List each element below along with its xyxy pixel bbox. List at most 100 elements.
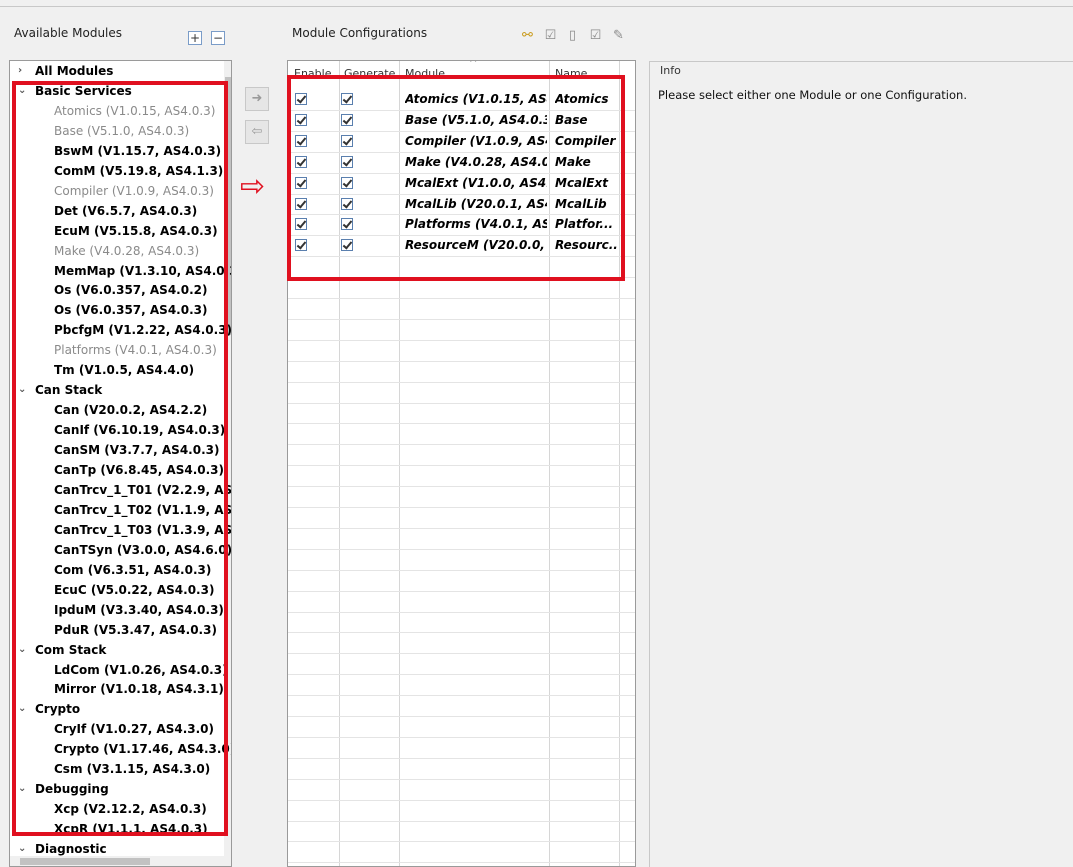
table-row[interactable]: Make (V4.0.28, AS4.0.3) Make xyxy=(288,152,635,173)
tree-module-item[interactable]: Os (V6.0.357, AS4.0.3) xyxy=(54,300,207,320)
collapse-all-button[interactable]: − xyxy=(211,31,225,45)
clipboard-edit-icon[interactable]: ✎ xyxy=(611,28,626,44)
generate-checkbox[interactable] xyxy=(341,134,353,147)
tree-item-label: Com (V6.3.51, AS4.0.3) xyxy=(54,562,212,577)
tree-module-item[interactable]: Make (V4.0.28, AS4.0.3) xyxy=(54,241,199,261)
available-modules-tree[interactable]: › All Modules ⌄ Basic Services Atomics (V1.0… xyxy=(9,60,232,867)
generate-checkbox[interactable] xyxy=(341,176,353,189)
remove-module-button[interactable]: ⇦ xyxy=(245,120,269,144)
chevron-right-icon[interactable]: › xyxy=(18,61,28,81)
tree-module-item[interactable]: PbcfgM (V1.2.22, AS4.0.3) xyxy=(54,320,231,340)
tree-category[interactable]: ⌄ Com Stack xyxy=(18,640,106,660)
tree-category[interactable]: ⌄ Can Stack xyxy=(18,380,103,400)
tree-category[interactable]: ⌄ Basic Services xyxy=(18,81,132,101)
name-cell: Base xyxy=(555,112,588,127)
module-configurations-title: Module Configurations xyxy=(292,26,428,40)
table-row[interactable]: McalLib (V20.0.1, AS4.... McalLib xyxy=(288,194,635,215)
tree-module-item[interactable]: CryIf (V1.0.27, AS4.3.0) xyxy=(54,719,214,739)
tree-vertical-scroll-thumb[interactable] xyxy=(225,77,231,335)
chevron-down-icon[interactable]: ⌄ xyxy=(18,699,28,719)
enable-checkbox[interactable] xyxy=(295,155,307,168)
generate-checkbox[interactable] xyxy=(341,218,353,231)
tree-module-item[interactable]: Crypto (V1.17.46, AS4.3.0) xyxy=(54,739,231,759)
tree-item-label: Det (V6.5.7, AS4.0.3) xyxy=(54,203,198,218)
tree-module-item[interactable]: Os (V6.0.357, AS4.0.2) xyxy=(54,280,207,300)
table-row[interactable]: Compiler (V1.0.9, AS4.... Compiler xyxy=(288,131,635,152)
tree-module-item[interactable]: CanTrcv_1_T03 (V1.3.9, AS4.0 xyxy=(54,520,231,540)
clipboard-icon[interactable]: ▯ xyxy=(565,28,580,44)
table-row[interactable]: Base (V5.1.0, AS4.0.3) Base xyxy=(288,110,635,131)
name-cell: Platfor... xyxy=(555,217,614,232)
generate-checkbox[interactable] xyxy=(341,93,353,105)
tree-module-item[interactable]: MemMap (V1.3.10, AS4.0.3) xyxy=(54,261,231,281)
generate-checkbox[interactable] xyxy=(341,197,353,210)
tree-module-item[interactable]: XcpR (V1.1.1, AS4.0.3) xyxy=(54,819,208,839)
table-row[interactable]: Platforms (V4.0.1, AS4... Platfor... xyxy=(288,214,635,235)
tree-module-item[interactable]: BswM (V1.15.7, AS4.0.3) xyxy=(54,141,221,161)
tree-module-item[interactable]: Mirror (V1.0.18, AS4.3.1) xyxy=(54,679,224,699)
row-gridline xyxy=(288,716,635,717)
generate-checkbox[interactable] xyxy=(341,239,353,252)
table-row[interactable]: McalExt (V1.0.0, AS4.0.... McalExt xyxy=(288,173,635,194)
table-row[interactable]: ResourceM (V20.0.0, A... Resourc... xyxy=(288,235,635,256)
enable-checkbox[interactable] xyxy=(295,113,307,126)
chevron-down-icon[interactable]: ⌄ xyxy=(18,839,28,859)
tree-module-item[interactable]: Xcp (V2.12.2, AS4.0.3) xyxy=(54,799,207,819)
tree-module-item[interactable]: Platforms (V4.0.1, AS4.0.3) xyxy=(54,340,217,360)
table-row[interactable]: Atomics (V1.0.15, AS4.... Atomics xyxy=(288,89,635,110)
tree-module-item[interactable]: Can (V20.0.2, AS4.2.2) xyxy=(54,400,207,420)
tree-category[interactable]: ⌄ Debugging xyxy=(18,779,109,799)
tree-module-item[interactable]: ComM (V5.19.8, AS4.1.3) xyxy=(54,161,223,181)
tree-module-item[interactable]: EcuC (V5.0.22, AS4.0.3) xyxy=(54,580,214,600)
module-configurations-table[interactable]: Enable Generate Module ^ Name Atomics (V… xyxy=(287,60,636,867)
clipboard-check-icon[interactable]: ☑ xyxy=(543,28,558,44)
expand-all-button[interactable]: + xyxy=(188,31,202,45)
chevron-down-icon[interactable]: ⌄ xyxy=(18,779,28,799)
row-gridline xyxy=(288,695,635,697)
tree-module-item[interactable]: Csm (V3.1.15, AS4.3.0) xyxy=(54,759,210,779)
enable-checkbox[interactable] xyxy=(295,134,307,147)
tree-module-item[interactable]: CanTrcv_1_T02 (V1.1.9, AS4.0 xyxy=(54,500,231,520)
expand-all-icon: + xyxy=(189,31,201,45)
tree-module-item[interactable]: LdCom (V1.0.26, AS4.0.3) xyxy=(54,660,228,680)
tree-module-item[interactable]: Det (V6.5.7, AS4.0.3) xyxy=(54,201,197,221)
tree-module-item[interactable]: Base (V5.1.0, AS4.0.3) xyxy=(54,121,189,141)
row-gridline xyxy=(288,277,635,279)
tree-module-item[interactable]: Com (V6.3.51, AS4.0.3) xyxy=(54,560,211,580)
chevron-down-icon[interactable]: ⌄ xyxy=(18,380,28,400)
tree-module-item[interactable]: Atomics (V1.0.15, AS4.0.3) xyxy=(54,101,215,121)
tree-module-item[interactable]: Tm (V1.0.5, AS4.4.0) xyxy=(54,360,194,380)
clipboard-verify-icon[interactable]: ☑ xyxy=(588,28,603,44)
tree-module-item[interactable]: CanTp (V6.8.45, AS4.0.3) xyxy=(54,460,224,480)
link-icon[interactable]: ⚯ xyxy=(520,28,535,44)
tree-horizontal-scroll-thumb[interactable] xyxy=(20,858,150,865)
tree-module-item[interactable]: EcuM (V5.15.8, AS4.0.3) xyxy=(54,221,218,241)
tree-category[interactable]: ⌄ Crypto xyxy=(18,699,80,719)
chevron-down-icon[interactable]: ⌄ xyxy=(18,640,28,660)
generate-checkbox[interactable] xyxy=(341,155,353,168)
enable-checkbox[interactable] xyxy=(295,239,307,252)
tree-module-item[interactable]: IpduM (V3.3.40, AS4.0.3) xyxy=(54,600,224,620)
enable-checkbox[interactable] xyxy=(295,218,307,231)
tree-module-item[interactable]: CanTrcv_1_T01 (V2.2.9, AS4.0 xyxy=(54,480,231,500)
tree-module-item[interactable]: PduR (V5.3.47, AS4.0.3) xyxy=(54,620,217,640)
chevron-down-icon[interactable]: ⌄ xyxy=(18,81,28,101)
enable-checkbox[interactable] xyxy=(295,93,307,105)
tree-module-item[interactable]: CanTSyn (V3.0.0, AS4.6.0) xyxy=(54,540,231,560)
tree-module-item[interactable]: Compiler (V1.0.9, AS4.0.3) xyxy=(54,181,214,201)
add-module-button[interactable]: ➜ xyxy=(245,87,269,111)
enable-checkbox[interactable] xyxy=(295,197,307,210)
row-gridline xyxy=(288,632,635,634)
column-header-name[interactable]: Name xyxy=(555,64,615,84)
tree-item-label: Can Stack xyxy=(35,383,103,398)
tree-item-label: Tm (V1.0.5, AS4.4.0) xyxy=(54,363,195,378)
tree-module-item[interactable]: CanSM (V3.7.7, AS4.0.3) xyxy=(54,440,219,460)
column-header-enable[interactable]: Enable xyxy=(294,64,338,84)
generate-checkbox[interactable] xyxy=(341,113,353,126)
column-header-generate[interactable]: Generate xyxy=(344,64,398,84)
tree-category[interactable]: ⌄ Diagnostic xyxy=(18,839,107,859)
enable-checkbox[interactable] xyxy=(295,176,307,189)
tree-item-label: Make (V4.0.28, AS4.0.3) xyxy=(54,243,200,258)
tree-module-item[interactable]: CanIf (V6.10.19, AS4.0.3) xyxy=(54,420,225,440)
tree-category[interactable]: › All Modules xyxy=(18,61,113,81)
